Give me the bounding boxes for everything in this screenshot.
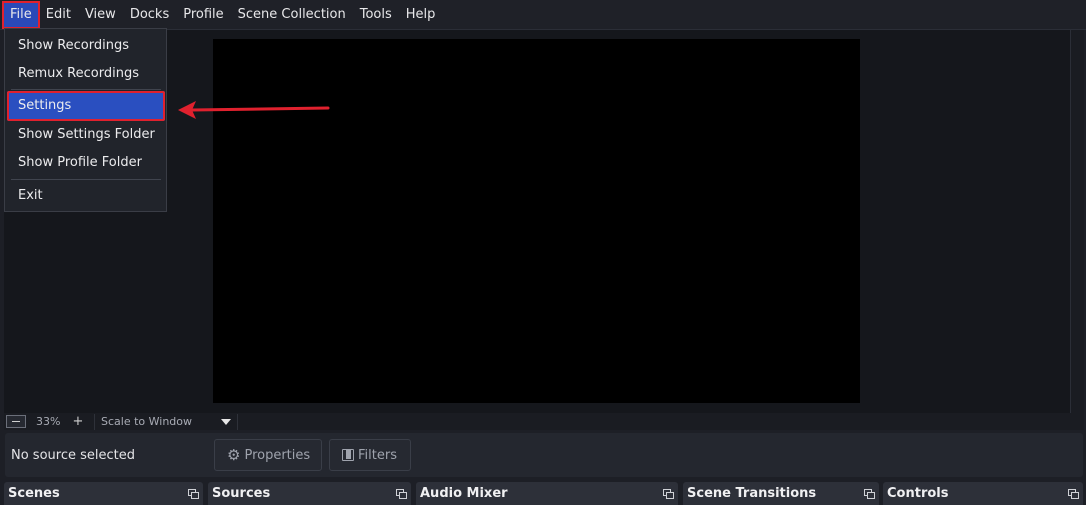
filters-button[interactable]: Filters — [329, 439, 411, 471]
dock-title-scene-transitions: Scene Transitions — [687, 486, 817, 501]
undock-icon[interactable] — [663, 489, 674, 499]
menu-item-remux-recordings[interactable]: Remux Recordings — [7, 60, 165, 88]
undock-icon[interactable] — [188, 489, 199, 499]
gear-icon: ⚙ — [227, 445, 241, 464]
menu-item-exit[interactable]: Exit — [7, 182, 165, 210]
menu-item-show-recordings[interactable]: Show Recordings — [7, 32, 165, 60]
menu-item-show-settings-folder[interactable]: Show Settings Folder — [7, 121, 165, 149]
dock-title-audio-mixer: Audio Mixer — [420, 486, 508, 501]
menu-help[interactable]: Help — [399, 2, 443, 28]
properties-button[interactable]: ⚙ Properties — [214, 439, 322, 471]
menu-separator — [11, 179, 161, 180]
zoom-level: 33% — [36, 415, 61, 428]
menu-tools[interactable]: Tools — [353, 2, 399, 28]
menu-separator — [11, 89, 161, 90]
menu-file[interactable]: File — [2, 0, 40, 29]
dock-title-controls: Controls — [887, 486, 949, 501]
zoom-in-button[interactable]: + — [70, 414, 86, 429]
properties-label: Properties — [244, 447, 311, 463]
menu-view[interactable]: View — [78, 2, 123, 28]
menu-edit[interactable]: Edit — [39, 2, 78, 28]
source-status: No source selected — [11, 447, 135, 463]
annotation-arrow-icon — [178, 101, 330, 119]
preview-scrollbar[interactable] — [1070, 30, 1084, 413]
minus-icon — [12, 421, 20, 422]
filters-label: Filters — [358, 447, 397, 463]
scale-mode-dropdown-button[interactable] — [215, 414, 237, 430]
dock-audio-mixer: Audio Mixer — [416, 482, 678, 505]
dock-scene-transitions: Scene Transitions — [683, 482, 879, 505]
dock-title-scenes: Scenes — [8, 486, 60, 501]
undock-icon[interactable] — [1068, 489, 1079, 499]
zoom-bar-spacer — [237, 413, 1084, 430]
file-menu-dropdown: Show Recordings Remux Recordings Setting… — [4, 28, 167, 212]
menu-profile[interactable]: Profile — [176, 2, 230, 28]
menu-item-settings[interactable]: Settings — [7, 91, 165, 121]
menu-bar: File Edit View Docks Profile Scene Colle… — [0, 0, 1086, 30]
source-toolbar: No source selected ⚙ Properties Filters — [5, 433, 1083, 477]
chevron-down-icon — [221, 418, 231, 425]
dock-title-sources: Sources — [212, 486, 271, 501]
menu-docks[interactable]: Docks — [123, 2, 176, 28]
undock-icon[interactable] — [396, 489, 407, 499]
scale-mode-select[interactable]: Scale to Window — [94, 413, 215, 430]
filter-icon — [342, 449, 354, 461]
dock-scenes: Scenes — [4, 482, 203, 505]
dock-sources: Sources — [208, 482, 411, 505]
menu-scene-collection[interactable]: Scene Collection — [231, 2, 353, 28]
preview-canvas[interactable] — [213, 39, 860, 403]
zoom-bar: 33% + Scale to Window — [4, 413, 1084, 430]
undock-icon[interactable] — [864, 489, 875, 499]
zoom-out-button[interactable] — [6, 415, 26, 428]
dock-controls: Controls — [883, 482, 1083, 505]
menu-item-show-profile-folder[interactable]: Show Profile Folder — [7, 149, 165, 177]
